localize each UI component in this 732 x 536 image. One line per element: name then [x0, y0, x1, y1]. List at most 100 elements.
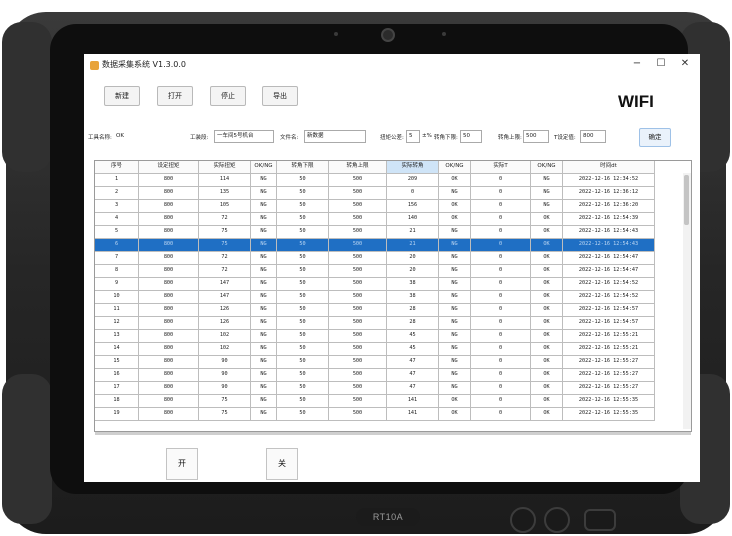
table-row[interactable]: 4 800 72 NG 50 500 140 OK 0 OK 2022-12-16 12:54:39 — [95, 213, 681, 226]
open-button[interactable]: 打开 — [157, 86, 193, 106]
table-row[interactable]: 1 800 114 NG 50 500 209 OK 0 NG 2022-12-16 12:34:5… — [95, 174, 681, 187]
t-set-field[interactable]: 800 — [580, 130, 606, 143]
table-cell: 500 — [329, 174, 387, 187]
new-button[interactable]: 新建 — [104, 86, 140, 106]
table-cell: NG — [439, 330, 471, 343]
table-cell: NG — [439, 278, 471, 291]
horizontal-scrollbar[interactable] — [95, 432, 691, 435]
parameter-bar: 工具名称: OK 工装段: 一车间5号机台 文件名: 新数据 扭矩公差: 5 ±… — [84, 127, 700, 149]
table-cell: 50 — [277, 239, 329, 252]
hardware-button[interactable] — [510, 507, 536, 533]
table-cell: 800 — [139, 330, 199, 343]
title-bar: 数据采集系统 V1.3.0.0 − ☐ ✕ — [84, 54, 700, 78]
table-cell: 0 — [471, 213, 531, 226]
table-cell: 140 — [387, 213, 439, 226]
table-cell: NG — [251, 278, 277, 291]
table-cell: 38 — [387, 278, 439, 291]
table-cell: 47 — [387, 382, 439, 395]
table-cell: 2022-12-16 12:54:52 — [563, 278, 655, 291]
table-cell: OK — [531, 239, 563, 252]
table-row[interactable]: 18 800 75 NG 50 500 141 OK 0 OK 2022-12-16 12:55:3… — [95, 395, 681, 408]
table-cell: NG — [531, 200, 563, 213]
table-cell: 50 — [277, 382, 329, 395]
table-cell: 0 — [471, 304, 531, 317]
table-cell: 2022-12-16 12:55:27 — [563, 356, 655, 369]
table-cell: 0 — [471, 330, 531, 343]
table-cell: 2022-12-16 12:55:21 — [563, 330, 655, 343]
table-row[interactable]: 16 800 90 NG 50 500 47 NG 0 OK 2022-12-16 12:55:27 — [95, 369, 681, 382]
table-row[interactable]: 10 800 147 NG 50 500 38 NG 0 OK 2022-12-16 12:54:5… — [95, 291, 681, 304]
column-header: OK/NG — [531, 161, 563, 174]
table-cell: 500 — [329, 408, 387, 421]
table-row[interactable]: 15 800 90 NG 50 500 47 NG 0 OK 2022-12-16 12:55:27 — [95, 356, 681, 369]
table-row[interactable]: 14 800 102 NG 50 500 45 NG 0 OK 2022-12-16 12:55:2… — [95, 343, 681, 356]
station-field[interactable]: 一车间5号机台 — [214, 130, 274, 143]
table-cell: OK — [531, 226, 563, 239]
angle-low-field[interactable]: 50 — [460, 130, 482, 143]
table-cell: 2022-12-16 12:54:39 — [563, 213, 655, 226]
table-row[interactable]: 5 800 75 NG 50 500 21 NG 0 OK 2022-12-16 12:54:43 — [95, 226, 681, 239]
hardware-button[interactable] — [544, 507, 570, 533]
table-cell: 0 — [471, 356, 531, 369]
scroll-thumb[interactable] — [684, 175, 689, 225]
table-cell: OK — [439, 200, 471, 213]
on-button[interactable]: 开 — [166, 448, 198, 480]
angle-high-field[interactable]: 500 — [523, 130, 549, 143]
hardware-button[interactable] — [584, 509, 616, 531]
table-cell: 50 — [277, 187, 329, 200]
off-button[interactable]: 关 — [266, 448, 298, 480]
table-cell: NG — [439, 252, 471, 265]
table-cell: 3 — [95, 200, 139, 213]
table-cell: OK — [531, 356, 563, 369]
table-cell: OK — [531, 252, 563, 265]
confirm-button[interactable]: 确定 — [639, 128, 671, 147]
table-cell: 2022-12-16 12:54:52 — [563, 291, 655, 304]
table-row[interactable]: 9 800 147 NG 50 500 38 NG 0 OK 2022-12-16 12:54:52 — [95, 278, 681, 291]
table-cell: NG — [251, 408, 277, 421]
table-cell: OK — [531, 317, 563, 330]
table-row[interactable]: 7 800 72 NG 50 500 20 NG 0 OK 2022-12-16 12:54:47 — [95, 252, 681, 265]
table-cell: 0 — [471, 382, 531, 395]
table-cell: 16 — [95, 369, 139, 382]
table-row[interactable]: 6 800 75 NG 50 500 21 NG 0 OK 2022-12-16 12:54:43 — [95, 239, 681, 252]
minimize-button[interactable]: − — [630, 58, 644, 69]
table-row[interactable]: 3 800 105 NG 50 500 156 OK 0 NG 2022-12-16 12:36:2… — [95, 200, 681, 213]
close-button[interactable]: ✕ — [678, 58, 692, 69]
table-cell: 500 — [329, 317, 387, 330]
table-cell: 500 — [329, 382, 387, 395]
table-cell: 500 — [329, 265, 387, 278]
angle-high-label: 转角上限: — [498, 135, 522, 141]
app-logo-icon — [90, 61, 99, 70]
table-cell: OK — [439, 174, 471, 187]
table-row[interactable]: 12 800 126 NG 50 500 28 NG 0 OK 2022-12-16 12:54:5… — [95, 317, 681, 330]
table-cell: 2022-12-16 12:55:35 — [563, 408, 655, 421]
torque-tol-field[interactable]: 5 — [406, 130, 420, 143]
maximize-button[interactable]: ☐ — [654, 58, 668, 69]
table-cell: 0 — [471, 343, 531, 356]
table-row[interactable]: 17 800 90 NG 50 500 47 NG 0 OK 2022-12-16 12:55:27 — [95, 382, 681, 395]
table-row[interactable]: 11 800 126 NG 50 500 28 NG 0 OK 2022-12-16 12:54:5… — [95, 304, 681, 317]
export-button[interactable]: 导出 — [262, 86, 298, 106]
table-row[interactable]: 8 800 72 NG 50 500 20 NG 0 OK 2022-12-16 12:54:47 — [95, 265, 681, 278]
table-cell: NG — [251, 369, 277, 382]
stop-button[interactable]: 停止 — [210, 86, 246, 106]
table-cell: 20 — [387, 265, 439, 278]
table-row[interactable]: 2 800 135 NG 50 500 0 NG 0 NG 2022-12-16 12:36:12 — [95, 187, 681, 200]
column-header: 实际转角 — [387, 161, 439, 174]
table-cell: 2022-12-16 12:36:20 — [563, 200, 655, 213]
table-row[interactable]: 19 800 75 NG 50 500 141 OK 0 OK 2022-12-16 12:55:3… — [95, 408, 681, 421]
table-cell: NG — [251, 356, 277, 369]
table-cell: 0 — [471, 239, 531, 252]
vertical-scrollbar[interactable] — [683, 173, 691, 429]
table-cell: 11 — [95, 304, 139, 317]
table-cell: 13 — [95, 330, 139, 343]
table-cell: OK — [531, 369, 563, 382]
table-cell: 126 — [199, 304, 251, 317]
table-row[interactable]: 13 800 102 NG 50 500 45 NG 0 OK 2022-12-16 12:55:2… — [95, 330, 681, 343]
table-cell: OK — [439, 395, 471, 408]
table-cell: 500 — [329, 226, 387, 239]
column-header: 转角上限 — [329, 161, 387, 174]
table-cell: 500 — [329, 278, 387, 291]
table-cell: 45 — [387, 343, 439, 356]
file-name-field[interactable]: 新数据 — [304, 130, 366, 143]
